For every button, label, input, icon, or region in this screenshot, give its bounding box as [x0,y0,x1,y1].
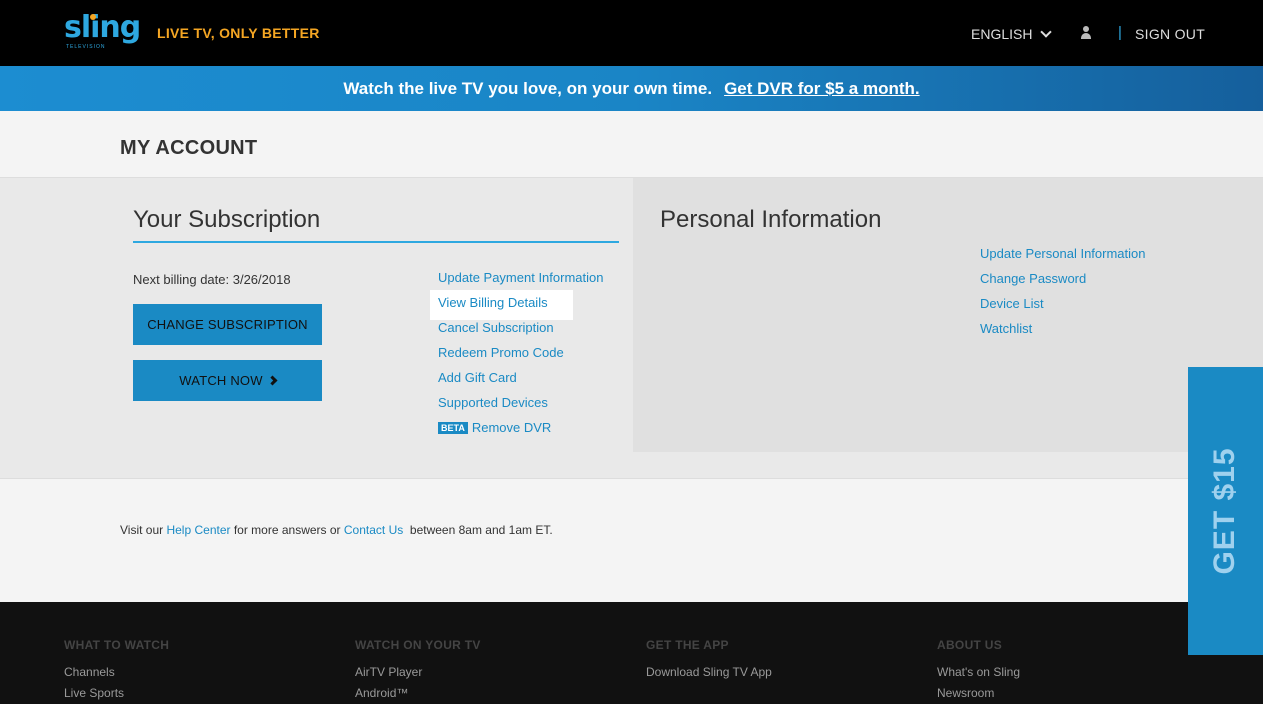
watch-now-label: WATCH NOW [179,373,263,388]
contact-us-link[interactable]: Contact Us [344,523,403,537]
update-payment-link[interactable]: Update Payment Information [438,270,603,295]
chevron-right-icon [267,375,278,386]
help-text-mid: for more answers or [230,523,344,537]
footer-link-newsroom[interactable]: Newsroom [937,686,1020,704]
personal-info-title: Personal Information [660,206,882,233]
watch-now-button[interactable]: WATCH NOW [133,360,322,401]
footer-col-what-to-watch: WHAT TO WATCH Channels Live Sports [64,638,169,704]
help-text-pre: Visit our [120,523,167,537]
change-subscription-button[interactable]: CHANGE SUBSCRIPTION [133,304,322,345]
footer: WHAT TO WATCH Channels Live Sports WATCH… [0,602,1263,704]
nav-separator: | [1118,24,1122,41]
sign-out-link[interactable]: SIGN OUT [1135,26,1205,42]
user-icon-head [1083,26,1089,32]
side-tab-label: GET $15 [1208,447,1241,575]
footer-heading: ABOUT US [937,638,1003,652]
language-selector[interactable]: ENGLISH [971,26,1053,42]
supported-devices-link[interactable]: Supported Devices [438,395,603,420]
watchlist-link[interactable]: Watchlist [980,321,1145,346]
help-center-link[interactable]: Help Center [166,523,230,537]
promo-banner: Watch the live TV you love, on your own … [0,66,1263,111]
beta-badge: BETA [438,422,468,434]
subscription-links: Update Payment Information View Billing … [438,270,603,445]
chevron-down-icon [1040,26,1053,38]
get-15-side-tab[interactable]: GET $15 [1188,367,1263,655]
personal-info-links: Update Personal Information Change Passw… [980,246,1145,346]
remove-dvr-label: Remove DVR [471,420,552,435]
footer-link-whats-on-sling[interactable]: What's on Sling [937,665,1020,686]
change-password-link[interactable]: Change Password [980,271,1145,296]
logo-subtext: TELEVISION [66,44,106,50]
help-text: Visit our Help Center for more answers o… [120,523,553,537]
change-subscription-label: CHANGE SUBSCRIPTION [147,317,308,332]
add-gift-card-link[interactable]: Add Gift Card [438,370,603,395]
promo-dvr-link[interactable]: Get DVR for $5 a month. [724,79,920,99]
update-personal-info-link[interactable]: Update Personal Information [980,246,1145,271]
footer-link-android[interactable]: Android™ [355,686,481,704]
promo-text: Watch the live TV you love, on your own … [343,78,713,98]
user-icon-body [1081,33,1091,39]
footer-col-about-us: ABOUT US What's on Sling Newsroom [937,638,1020,704]
redeem-promo-link[interactable]: Redeem Promo Code [438,345,603,370]
footer-heading: WHAT TO WATCH [64,638,170,652]
footer-heading: WATCH ON YOUR TV [355,638,481,652]
cancel-subscription-link[interactable]: Cancel Subscription [438,320,603,345]
logo-signal-dot [90,14,96,20]
footer-col-get-the-app: GET THE APP Download Sling TV App [646,638,772,686]
top-bar: sling TELEVISION LIVE TV, ONLY BETTER EN… [0,0,1263,66]
sling-logo[interactable]: sling TELEVISION [64,10,141,52]
footer-link-live-sports[interactable]: Live Sports [64,686,169,704]
logo-wordmark: sling [64,10,141,45]
subscription-title: Your Subscription [133,206,321,233]
page-header: MY ACCOUNT [0,111,1263,178]
footer-link-download-app[interactable]: Download Sling TV App [646,665,772,686]
remove-dvr-link[interactable]: BETA Remove DVR [438,420,603,445]
help-text-post: between 8am and 1am ET. [403,523,553,537]
footer-link-airtv[interactable]: AirTV Player [355,665,481,686]
next-billing-date: Next billing date: 3/26/2018 [133,272,291,287]
footer-col-watch-on-tv: WATCH ON YOUR TV AirTV Player Android™ [355,638,481,704]
user-icon[interactable] [1080,26,1092,40]
account-content: Your Subscription Next billing date: 3/2… [0,178,1263,478]
tagline: LIVE TV, ONLY BETTER [157,25,320,41]
language-label: ENGLISH [971,26,1033,42]
subscription-divider [133,241,619,243]
view-billing-details-link[interactable]: View Billing Details [438,295,603,320]
footer-link-channels[interactable]: Channels [64,665,169,686]
footer-heading: GET THE APP [646,638,729,652]
device-list-link[interactable]: Device List [980,296,1145,321]
page-title: MY ACCOUNT [120,137,258,159]
help-section: Visit our Help Center for more answers o… [0,478,1263,602]
